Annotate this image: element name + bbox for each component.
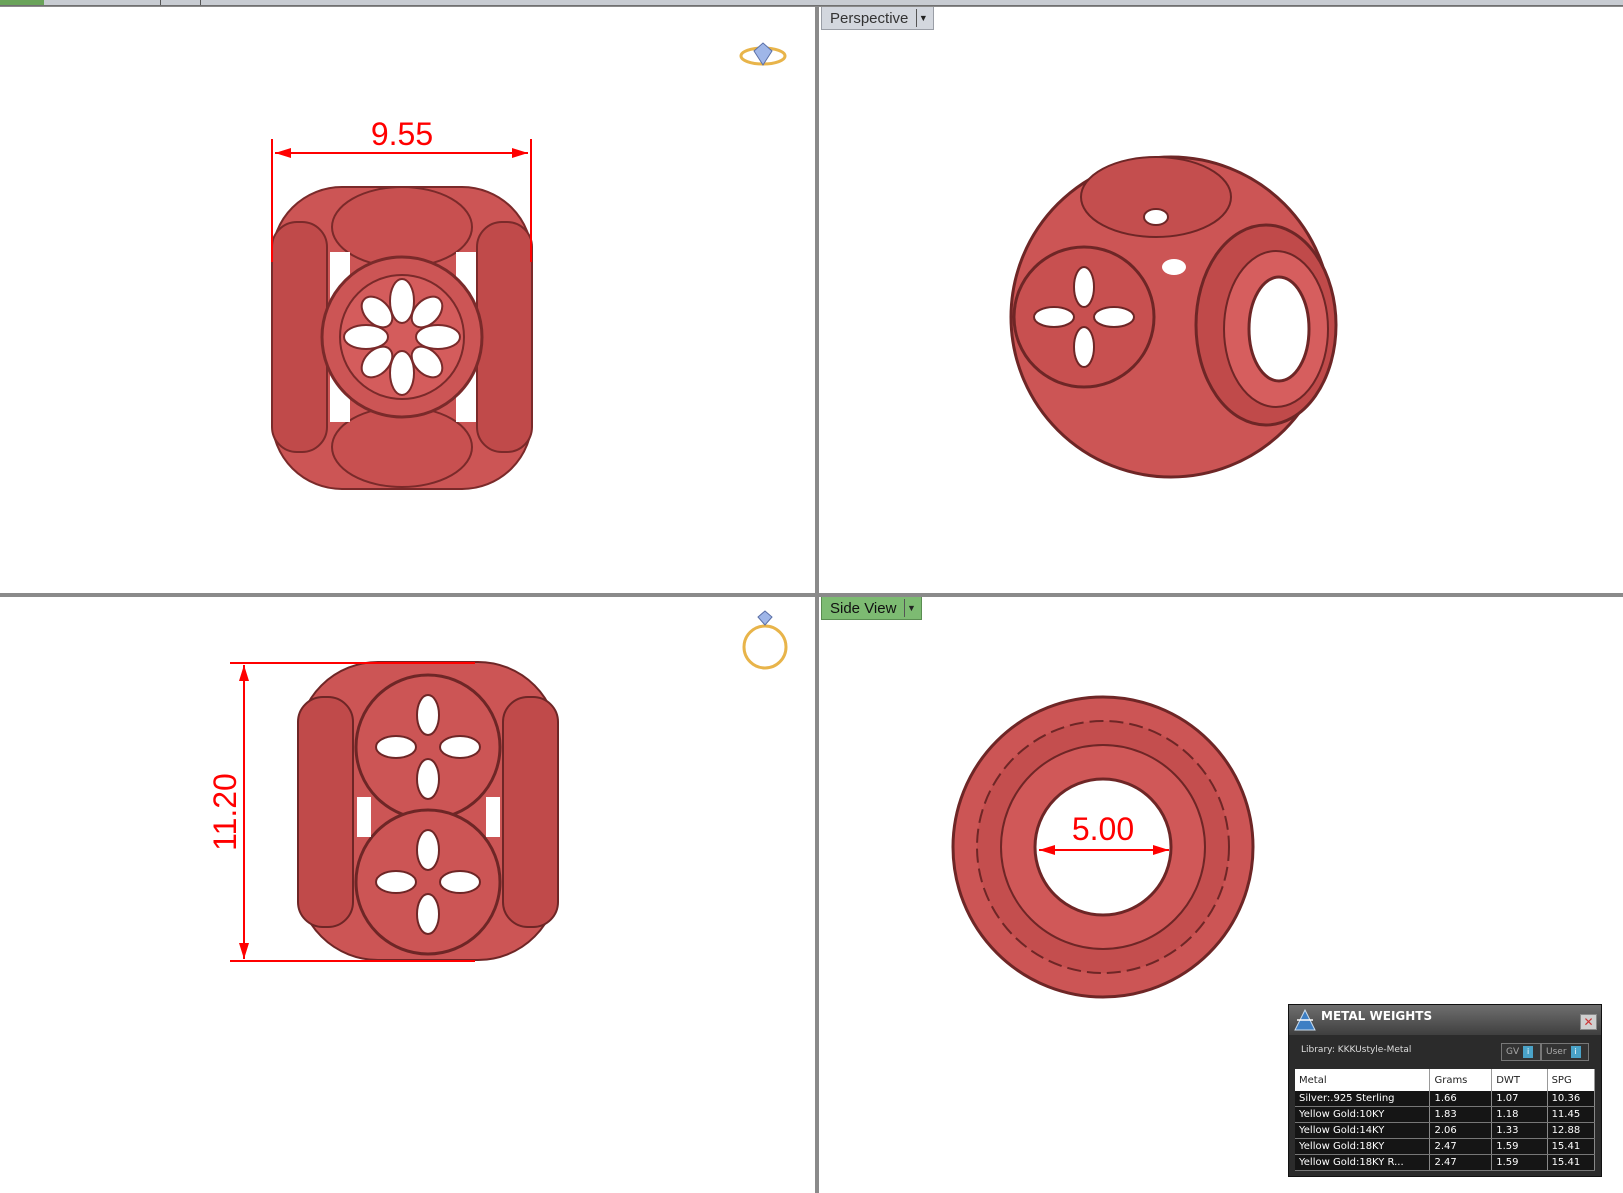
spg-cell: 11.45 [1547,1106,1596,1123]
metal-weights-titlebar[interactable]: METAL WEIGHTS ✕ [1289,1005,1601,1035]
front-view-canvas: 11.20 [207,610,788,962]
width-dimension-label: 9.55 [371,116,433,152]
viewport-tab-strip [0,0,1623,6]
height-dimension-label: 11.20 [207,773,243,851]
dwt-cell: 1.59 [1491,1138,1548,1155]
info-icon: i [1523,1046,1534,1058]
side-label-text: Side View [830,599,897,617]
active-tab-indicator[interactable] [0,0,44,5]
metal-cell: Yellow Gold:14KY [1295,1122,1431,1139]
metal-cell: Silver:.925 Sterling [1295,1091,1431,1107]
metal-weights-title: METAL WEIGHTS [1321,1009,1433,1023]
perspective-canvas [1009,155,1338,479]
info-icon: i [1570,1046,1581,1058]
chevron-down-icon[interactable]: ▼ [904,599,917,617]
dwt-cell: 1.33 [1491,1122,1548,1139]
spg-cell: 10.36 [1547,1091,1596,1107]
user-toggle[interactable]: User i [1541,1043,1589,1061]
spg-cell: 12.88 [1547,1122,1596,1139]
ring-front-icon [742,610,788,670]
dwt-cell: 1.59 [1491,1154,1548,1171]
metal-weights-table: Metal Grams DWT SPG Silver:.925 Sterling… [1295,1069,1596,1171]
table-row[interactable]: Yellow Gold:18KY R... 2.47 1.59 15.41 [1295,1154,1596,1171]
bead-model-perspective[interactable] [1009,155,1338,479]
hole-dimension-label: 5.00 [1072,811,1134,847]
library-label: Library: KKKUstyle-Metal [1301,1045,1412,1055]
table-row[interactable]: Yellow Gold:10KY 1.83 1.18 11.45 [1295,1106,1596,1123]
close-icon[interactable]: ✕ [1580,1014,1597,1030]
front-viewport[interactable]: 11.20 [0,597,815,1193]
column-header-grams[interactable]: Grams [1429,1069,1493,1091]
table-row[interactable]: Silver:.925 Sterling 1.66 1.07 10.36 [1295,1091,1596,1107]
metal-cell: Yellow Gold:18KY R... [1295,1154,1431,1171]
perspective-viewport[interactable]: Perspective ▼ [819,7,1623,593]
bead-model[interactable] [271,186,533,490]
side-view-label[interactable]: Side View ▼ [821,597,923,620]
column-header-spg[interactable]: SPG [1547,1069,1596,1091]
grams-cell: 2.47 [1429,1154,1493,1171]
column-header-dwt[interactable]: DWT [1491,1069,1548,1091]
tab-divider [160,0,161,5]
grams-cell: 1.83 [1429,1106,1493,1123]
spg-cell: 15.41 [1547,1138,1596,1155]
table-row[interactable]: Yellow Gold:18KY 2.47 1.59 15.41 [1295,1138,1596,1155]
table-row[interactable]: Yellow Gold:14KY 2.06 1.33 12.88 [1295,1122,1596,1139]
bead-model-front[interactable] [297,661,559,961]
spg-cell: 15.41 [1547,1154,1596,1171]
top-view-canvas: 9.55 [271,42,787,490]
scale-icon [1294,1008,1316,1031]
user-label: User [1546,1047,1567,1057]
metal-cell: Yellow Gold:18KY [1295,1138,1431,1155]
grams-cell: 1.66 [1429,1091,1493,1107]
ring-top-icon [739,42,787,66]
bead-model-side[interactable] [951,695,1255,999]
dwt-cell: 1.18 [1491,1106,1548,1123]
gv-toggle[interactable]: GV i [1501,1043,1541,1061]
metal-cell: Yellow Gold:10KY [1295,1106,1431,1123]
dwt-cell: 1.07 [1491,1091,1548,1107]
grams-cell: 2.06 [1429,1122,1493,1139]
grams-cell: 2.47 [1429,1138,1493,1155]
tab-divider [200,0,201,5]
column-header-metal[interactable]: Metal [1295,1069,1431,1091]
top-viewport[interactable]: 9.55 [0,7,815,593]
gv-label: GV [1506,1047,1520,1057]
metal-weights-panel[interactable]: METAL WEIGHTS ✕ Library: KKKUstyle-Metal… [1288,1004,1602,1177]
